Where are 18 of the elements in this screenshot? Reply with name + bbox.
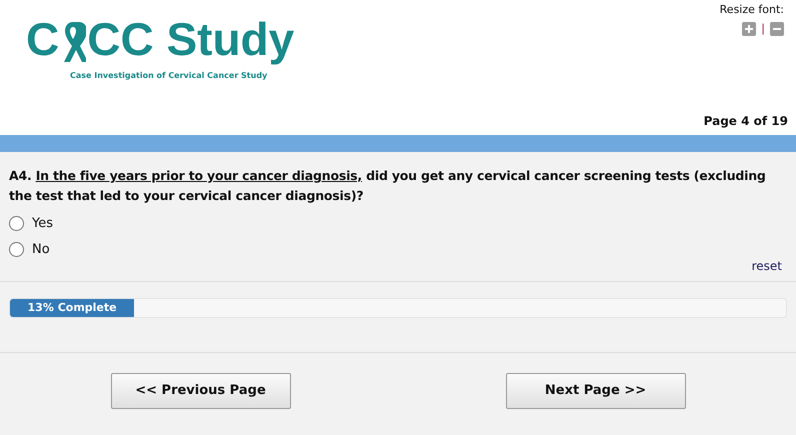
separator: |: [761, 20, 765, 37]
progress-label: 13% Complete: [28, 300, 117, 316]
radio-button[interactable]: [9, 216, 24, 232]
increase-font-button[interactable]: [742, 22, 756, 36]
logo-text: CC Study: [87, 14, 294, 64]
logo-tagline: Case Investigation of Cervical Cancer Study: [70, 70, 268, 82]
question-text: A4. In the five years prior to your cancer diagnosis, did you get any cervical cancer screening tests (excluding the test that led to your cervical cancer diagnosis)?: [9, 167, 767, 205]
page-indicator: Page 4 of 19: [704, 113, 788, 130]
resize-font-label: Resize font:: [720, 2, 784, 18]
decrease-font-button[interactable]: [770, 22, 784, 36]
next-page-button[interactable]: Next Page >>: [506, 373, 686, 409]
plus-icon: [744, 24, 754, 34]
previous-page-button[interactable]: << Previous Page: [110, 373, 290, 409]
logo-text: C: [26, 14, 60, 64]
reset-link[interactable]: reset: [752, 257, 782, 275]
option-label: No: [32, 240, 50, 258]
radio-button[interactable]: [9, 242, 24, 257]
option-label: Yes: [32, 215, 53, 233]
